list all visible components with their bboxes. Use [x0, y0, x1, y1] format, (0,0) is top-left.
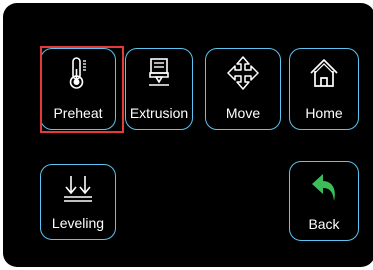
preheat-button[interactable]: Preheat — [40, 48, 116, 130]
home-button[interactable]: Home — [289, 48, 359, 130]
extruder-icon — [126, 55, 192, 91]
leveling-icon — [41, 171, 115, 207]
touch-screen-panel: Preheat Extrusion Move Home Leveling Bac… — [3, 3, 373, 267]
home-icon — [290, 55, 358, 91]
move-arrows-icon — [206, 55, 280, 91]
back-label: Back — [308, 216, 340, 232]
extrusion-label: Extrusion — [129, 105, 189, 121]
back-button[interactable]: Back — [289, 161, 359, 241]
leveling-button[interactable]: Leveling — [40, 164, 116, 240]
preheat-label: Preheat — [53, 105, 103, 121]
back-arrow-icon — [290, 170, 358, 206]
move-label: Move — [225, 105, 261, 121]
extrusion-button[interactable]: Extrusion — [125, 48, 193, 130]
thermometer-icon — [41, 55, 115, 91]
home-label: Home — [305, 105, 343, 121]
move-button[interactable]: Move — [205, 48, 281, 130]
leveling-label: Leveling — [51, 215, 105, 231]
